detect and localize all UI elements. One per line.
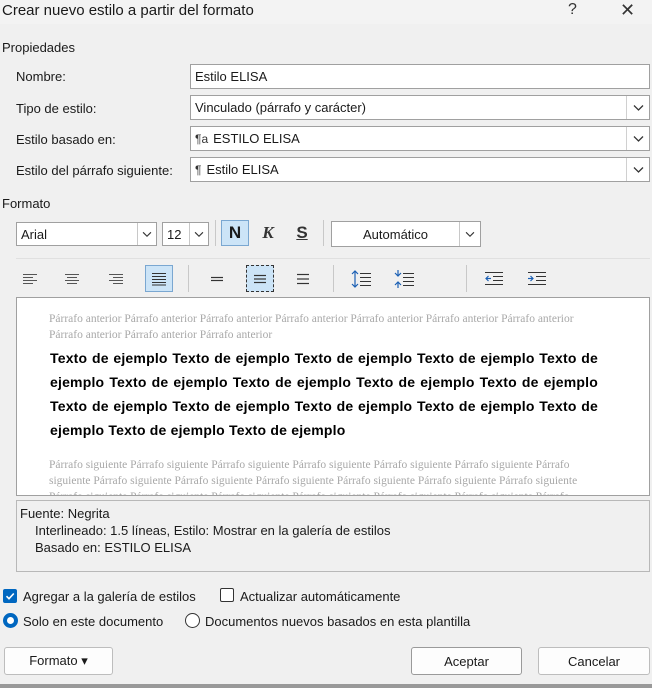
divider [333, 265, 334, 292]
size-value: 12 [167, 227, 182, 242]
chevron-down-icon[interactable] [626, 96, 649, 119]
window-bottom-edge [0, 684, 652, 688]
align-left-icon[interactable] [16, 265, 44, 292]
cancel-button[interactable]: Cancelar [538, 647, 650, 675]
only-this-document-radio[interactable] [3, 613, 18, 628]
new-documents-radio[interactable] [185, 613, 200, 628]
sample-text-preview: Texto de ejemplo Texto de ejemplo Texto … [50, 350, 598, 438]
chevron-down-icon[interactable] [189, 223, 208, 245]
single-spacing-icon[interactable] [203, 265, 231, 292]
underline-button[interactable]: S [288, 220, 316, 246]
style-type-value: Vinculado (párrafo y carácter) [195, 100, 367, 115]
description-font: Fuente: Negrita [20, 506, 110, 521]
name-field[interactable]: Estilo ELISA [190, 64, 650, 89]
next-paragraph-select[interactable]: ¶ Estilo ELISA [190, 157, 650, 182]
color-select[interactable]: Automático [331, 221, 481, 247]
font-value: Arial [21, 227, 48, 242]
divider [323, 220, 324, 246]
bold-button[interactable]: N [221, 220, 249, 246]
divider [16, 258, 650, 259]
chevron-down-icon[interactable] [626, 127, 649, 150]
next-paragraph-label: Estilo del párrafo siguiente: [16, 163, 173, 178]
color-value: Automático [363, 227, 429, 242]
italic-button[interactable]: K [254, 220, 282, 246]
format-section-label: Formato [2, 196, 51, 211]
align-center-icon[interactable] [58, 265, 86, 292]
chevron-down-icon[interactable] [626, 158, 649, 181]
size-select[interactable]: 12 [162, 222, 209, 246]
title-bar: Crear nuevo estilo a partir del formato … [0, 0, 652, 24]
auto-update-checkbox[interactable] [220, 588, 234, 602]
format-menu-button[interactable]: Formato ▾ [4, 647, 113, 675]
increase-paragraph-spacing-icon[interactable] [347, 265, 375, 292]
linked-style-icon: ¶a [195, 132, 209, 146]
name-value: Estilo ELISA [195, 69, 268, 84]
description-spacing: Interlineado: 1.5 líneas, Estilo: Mostra… [35, 523, 391, 538]
divider [466, 265, 467, 292]
align-right-icon[interactable] [102, 265, 130, 292]
next-paragraph-preview: Párrafo siguiente Párrafo siguiente Párr… [49, 459, 578, 495]
properties-section-label: Propiedades [2, 40, 75, 55]
based-on-select[interactable]: ¶a ESTILO ELISA [190, 126, 650, 151]
new-documents-label: Documentos nuevos basados en esta planti… [205, 614, 471, 629]
based-on-label: Estilo basado en: [16, 132, 116, 147]
style-type-select[interactable]: Vinculado (párrafo y carácter) [190, 95, 650, 120]
close-button[interactable]: ✕ [620, 0, 635, 21]
accept-button[interactable]: Aceptar [411, 647, 522, 675]
double-spacing-icon[interactable] [289, 265, 317, 292]
description-based-on: Basado en: ESTILO ELISA [35, 540, 192, 555]
divider [188, 265, 189, 292]
based-on-value: ESTILO ELISA [213, 131, 300, 146]
previous-paragraph-preview: Párrafo anterior Párrafo anterior Párraf… [49, 313, 574, 341]
chevron-down-icon[interactable] [137, 223, 156, 245]
chevron-down-icon[interactable] [459, 222, 480, 246]
next-paragraph-value: Estilo ELISA [206, 162, 279, 177]
divider [215, 220, 216, 246]
style-description: Fuente: Negrita Interlineado: 1.5 líneas… [16, 500, 650, 572]
one-half-spacing-icon[interactable] [246, 265, 274, 292]
dialog-title: Crear nuevo estilo a partir del formato [2, 2, 254, 19]
style-preview: Párrafo anterior Párrafo anterior Párraf… [16, 297, 650, 496]
decrease-paragraph-spacing-icon[interactable] [390, 265, 418, 292]
name-label: Nombre: [16, 69, 66, 84]
font-select[interactable]: Arial [16, 222, 157, 246]
add-to-gallery-checkbox[interactable] [3, 589, 17, 603]
add-to-gallery-label: Agregar a la galería de estilos [23, 589, 196, 604]
help-button[interactable]: ? [568, 1, 577, 19]
decrease-indent-icon[interactable] [480, 265, 508, 292]
style-type-label: Tipo de estilo: [16, 101, 97, 116]
paragraph-style-icon: ¶ [195, 163, 202, 177]
justify-icon[interactable] [145, 265, 173, 292]
only-this-document-label: Solo en este documento [23, 614, 164, 629]
increase-indent-icon[interactable] [523, 265, 551, 292]
auto-update-label: Actualizar automáticamente [240, 589, 401, 604]
